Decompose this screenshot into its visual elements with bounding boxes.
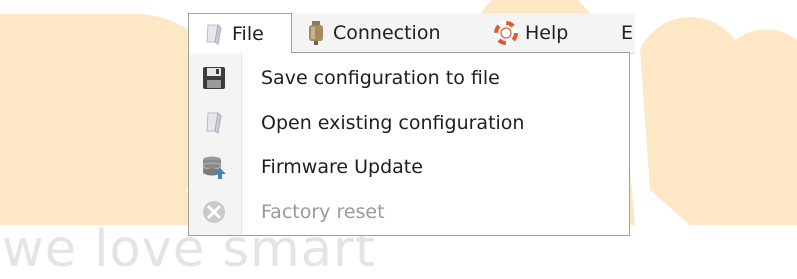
menu-file-label: File [232,23,264,45]
menu-item-label: Factory reset [261,201,385,223]
menu-item-label: Save configuration to file [261,67,500,89]
connection-plug-icon [306,20,326,46]
menu-item-factory-reset[interactable]: Factory reset [189,190,629,234]
reset-icon [201,199,227,225]
menu-extra[interactable]: E [621,13,633,53]
logo-heart [640,17,797,225]
menu-connection-label: Connection [333,22,441,44]
menu-item-label: Firmware Update [261,156,423,178]
menu-bar: File Connection Help E [188,13,635,54]
file-dropdown-menu: Save configuration to file Open existing… [188,52,630,236]
menu-item-firmware-update[interactable]: Firmware Update [189,145,629,189]
menu-item-save-configuration[interactable]: Save configuration to file [189,56,629,100]
lifebuoy-icon [494,21,518,45]
menu-extra-label: E [621,22,634,44]
menu-item-open-configuration[interactable]: Open existing configuration [189,101,629,145]
menu-help[interactable]: Help [494,13,568,53]
menu-file[interactable]: File [188,13,292,53]
database-upload-icon [201,154,227,180]
menu-connection[interactable]: Connection [306,13,441,53]
file-icon [203,22,225,46]
menu-help-label: Help [525,22,569,44]
open-file-icon [201,110,227,136]
menu-item-label: Open existing configuration [261,112,525,134]
floppy-disk-icon [201,65,227,91]
